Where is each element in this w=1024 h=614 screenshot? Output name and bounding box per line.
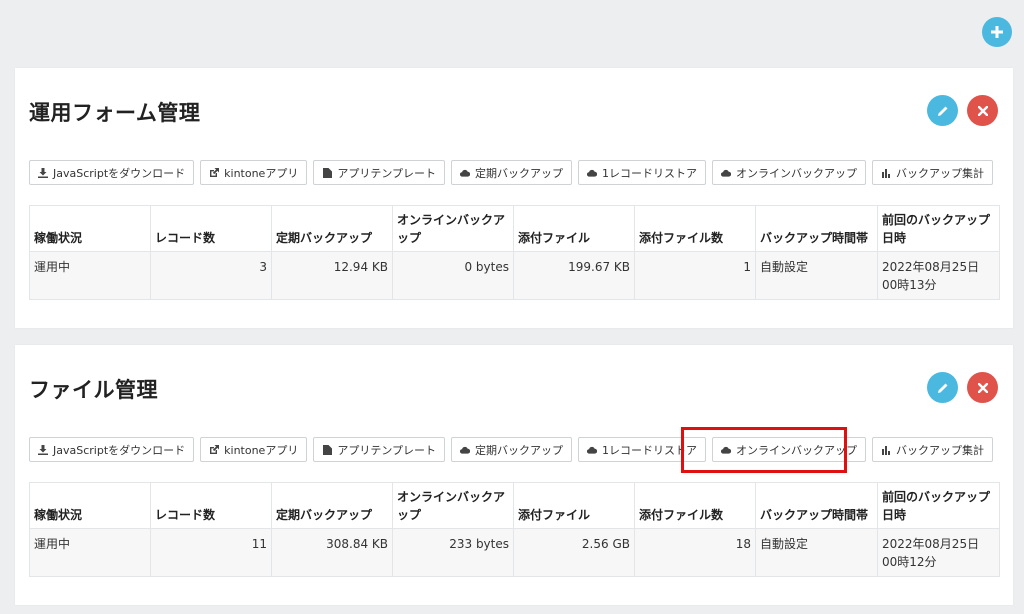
button-label: 定期バックアップ <box>475 166 563 180</box>
cloud-icon <box>587 445 597 455</box>
scheduled-backup-cell: 308.84 KB <box>271 528 393 577</box>
scheduled-backup-cell: 12.94 KB <box>271 251 393 300</box>
online-backup-button[interactable]: オンラインバックアップ <box>712 160 866 185</box>
button-label: オンラインバックアップ <box>736 166 857 180</box>
pencil-icon <box>937 383 947 393</box>
backup-summary-button[interactable]: バックアップ集計 <box>872 437 993 462</box>
backup-window-cell: 自動設定 <box>755 251 878 300</box>
column-header: バックアップ時間帯 <box>755 482 878 529</box>
button-label: アプリテンプレート <box>337 443 436 457</box>
add-panel-button[interactable] <box>982 17 1012 47</box>
file-icon <box>322 167 332 178</box>
backup-summary-button[interactable]: バックアップ集計 <box>872 160 993 185</box>
bar-chart-icon <box>881 445 891 455</box>
external-link-icon <box>209 167 220 178</box>
table-row: 運用中 3 12.94 KB 0 bytes 199.67 KB 1 自動設定 … <box>29 251 1000 300</box>
plus-icon <box>991 26 1003 38</box>
online-backup-button[interactable]: オンラインバックアップ <box>712 437 866 462</box>
download-js-button[interactable]: JavaScriptをダウンロード <box>29 437 195 462</box>
column-header: 稼働状況 <box>29 205 151 252</box>
last-backup-cell: 2022年08月25日 00時12分 <box>877 528 1000 577</box>
record-restore-button[interactable]: 1レコードリストア <box>578 160 706 185</box>
panel-title: 運用フォーム管理 <box>29 101 201 125</box>
scheduled-backup-button[interactable]: 定期バックアップ <box>451 160 572 185</box>
button-label: バックアップ集計 <box>896 166 984 180</box>
table-header-row: 稼働状況 レコード数 定期バックアップ オンラインバックアップ 添付ファイル 添… <box>29 482 1000 529</box>
table-row: 運用中 11 308.84 KB 233 bytes 2.56 GB 18 自動… <box>29 528 1000 577</box>
kintone-app-button[interactable]: kintoneアプリ <box>200 160 308 185</box>
table-header-row: 稼働状況 レコード数 定期バックアップ オンラインバックアップ 添付ファイル 添… <box>29 205 1000 252</box>
close-icon <box>977 105 988 116</box>
status-table: 稼働状況 レコード数 定期バックアップ オンラインバックアップ 添付ファイル 添… <box>29 205 1000 300</box>
delete-button[interactable] <box>967 372 998 403</box>
pencil-icon <box>937 106 947 116</box>
column-header: 添付ファイル数 <box>634 205 756 252</box>
status-cell: 運用中 <box>29 528 151 577</box>
attachment-count-cell: 1 <box>634 251 756 300</box>
button-label: kintoneアプリ <box>224 166 299 180</box>
action-toolbar: JavaScriptをダウンロード kintoneアプリ アプリテンプレート 定… <box>29 160 993 187</box>
download-icon <box>38 444 48 455</box>
app-panel: ファイル管理 JavaScriptをダウンロード kintoneアプリ アプリテ… <box>15 345 1013 605</box>
panel-title: ファイル管理 <box>29 378 158 402</box>
attachment-count-cell: 18 <box>634 528 756 577</box>
column-header: 前回のバックアップ日時 <box>877 205 1000 252</box>
close-icon <box>977 382 988 393</box>
status-cell: 運用中 <box>29 251 151 300</box>
button-label: 1レコードリストア <box>602 443 697 457</box>
column-header: 添付ファイル <box>513 482 635 529</box>
download-icon <box>38 167 48 178</box>
button-label: JavaScriptをダウンロード <box>53 443 186 457</box>
button-label: オンラインバックアップ <box>736 443 857 457</box>
status-table: 稼働状況 レコード数 定期バックアップ オンラインバックアップ 添付ファイル 添… <box>29 482 1000 577</box>
app-template-button[interactable]: アプリテンプレート <box>313 160 445 185</box>
record-restore-button[interactable]: 1レコードリストア <box>578 437 706 462</box>
column-header: 添付ファイル <box>513 205 635 252</box>
online-backup-cell: 233 bytes <box>392 528 514 577</box>
column-header: 稼働状況 <box>29 482 151 529</box>
column-header: 前回のバックアップ日時 <box>877 482 1000 529</box>
button-label: 1レコードリストア <box>602 166 697 180</box>
column-header: レコード数 <box>150 205 272 252</box>
column-header: 添付ファイル数 <box>634 482 756 529</box>
button-label: kintoneアプリ <box>224 443 299 457</box>
column-header: レコード数 <box>150 482 272 529</box>
kintone-app-button[interactable]: kintoneアプリ <box>200 437 308 462</box>
column-header: オンラインバックアップ <box>392 205 514 252</box>
attachment-size-cell: 199.67 KB <box>513 251 635 300</box>
cloud-icon <box>721 445 731 455</box>
button-label: アプリテンプレート <box>337 166 436 180</box>
column-header: オンラインバックアップ <box>392 482 514 529</box>
last-backup-cell: 2022年08月25日 00時13分 <box>877 251 1000 300</box>
delete-button[interactable] <box>967 95 998 126</box>
record-count-cell: 11 <box>150 528 272 577</box>
backup-window-cell: 自動設定 <box>755 528 878 577</box>
cloud-icon <box>460 168 470 178</box>
external-link-icon <box>209 444 220 455</box>
column-header: 定期バックアップ <box>271 205 393 252</box>
button-label: バックアップ集計 <box>896 443 984 457</box>
cloud-icon <box>721 168 731 178</box>
app-panel: 運用フォーム管理 JavaScriptをダウンロード kintoneアプリ アプ… <box>15 68 1013 328</box>
scheduled-backup-button[interactable]: 定期バックアップ <box>451 437 572 462</box>
file-icon <box>322 444 332 455</box>
edit-button[interactable] <box>927 372 958 403</box>
action-toolbar: JavaScriptをダウンロード kintoneアプリ アプリテンプレート 定… <box>29 437 993 464</box>
attachment-size-cell: 2.56 GB <box>513 528 635 577</box>
bar-chart-icon <box>881 168 891 178</box>
edit-button[interactable] <box>927 95 958 126</box>
button-label: 定期バックアップ <box>475 443 563 457</box>
button-label: JavaScriptをダウンロード <box>53 166 186 180</box>
download-js-button[interactable]: JavaScriptをダウンロード <box>29 160 195 185</box>
record-count-cell: 3 <box>150 251 272 300</box>
app-template-button[interactable]: アプリテンプレート <box>313 437 445 462</box>
column-header: 定期バックアップ <box>271 482 393 529</box>
column-header: バックアップ時間帯 <box>755 205 878 252</box>
cloud-icon <box>460 445 470 455</box>
cloud-icon <box>587 168 597 178</box>
online-backup-cell: 0 bytes <box>392 251 514 300</box>
